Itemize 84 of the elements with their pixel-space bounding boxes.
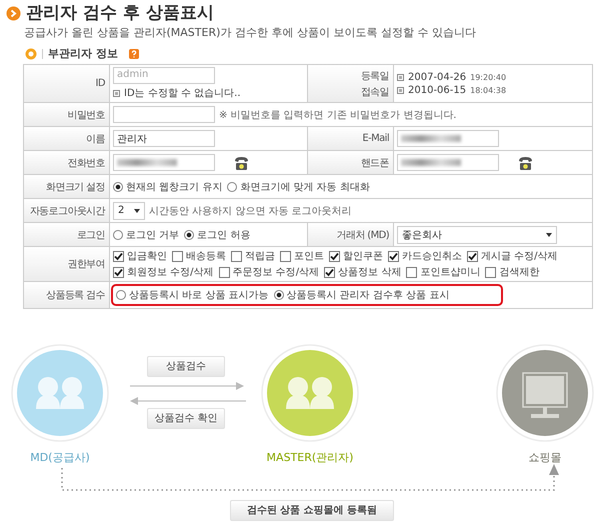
checkbox[interactable] — [388, 250, 399, 262]
note-text: ID는 수정할 수 없습니다.. — [124, 87, 241, 100]
chevron-icon — [6, 6, 21, 20]
field-label: 화면크기 설정 — [46, 180, 105, 194]
node-label: 쇼핑몰 — [528, 450, 562, 465]
option-label: 상품등록시 관리자 검수후 상품 표시 — [286, 289, 450, 302]
input-field[interactable] — [397, 154, 499, 171]
checkbox[interactable] — [113, 266, 124, 278]
field-label: 로그인 — [76, 228, 105, 242]
checkbox[interactable] — [406, 266, 418, 278]
option-label: 화면크기에 맞게 자동 최대화 — [240, 180, 370, 194]
field-label: E-Mail — [362, 133, 389, 144]
help-icon — [128, 48, 139, 58]
option-label: 입금확인 — [127, 250, 167, 263]
option-label: 포인트 — [294, 250, 324, 263]
option-label: 검색제한 — [499, 266, 540, 279]
checkbox[interactable] — [324, 266, 336, 278]
flow-label: 상품검수 확인 — [147, 408, 225, 429]
checkbox[interactable] — [218, 266, 230, 278]
option-label: 회원정보 수정/삭제 — [127, 266, 214, 279]
checkbox[interactable] — [329, 250, 340, 262]
checkbox[interactable] — [113, 250, 124, 262]
help-text: 시간동안 사용하지 않으면 자동 로그아웃처리 — [149, 204, 352, 218]
checkbox[interactable] — [172, 250, 183, 262]
date-text: 2007-04-26 — [408, 72, 466, 82]
dropdown[interactable]: 좋은회사 — [397, 226, 557, 244]
option-label: 로그인 허용 — [197, 228, 250, 242]
radio-button[interactable] — [274, 290, 284, 300]
field-label: ID — [96, 78, 105, 89]
option-label: 상품정보 삭제 — [338, 266, 402, 279]
checkbox[interactable] — [467, 250, 478, 262]
page-title: 관리자 검수 후 상품표시 — [26, 2, 214, 24]
input-field[interactable] — [113, 106, 215, 123]
date-text: 2010-06-15 — [408, 84, 466, 96]
checkbox[interactable] — [231, 250, 242, 262]
field-label: 핸드폰 — [360, 156, 389, 170]
option-label: 주문정보 수정/삭제 — [232, 266, 320, 279]
option-label: 할인쿠폰 — [343, 250, 383, 263]
flow-label: 상품검수 — [147, 356, 225, 377]
checkbox[interactable] — [280, 250, 291, 262]
option-label: 로그인 거부 — [126, 228, 180, 242]
bullet-icon — [397, 74, 404, 80]
bullet-icon — [397, 86, 404, 94]
field-label: 등록일 — [360, 70, 389, 82]
page-description: 공급사가 올린 상품을 관리자(MASTER)가 검수한 후에 상품이 보이도록 설정할 수 있습니다 — [23, 25, 477, 40]
blurred-value — [401, 159, 461, 166]
dropdown[interactable]: 2 — [113, 202, 145, 220]
radio-button[interactable] — [227, 182, 238, 192]
input-field[interactable] — [397, 130, 499, 147]
time-text: 18:04:38 — [470, 86, 506, 94]
option-label: 적립금 — [245, 250, 275, 263]
bullet-icon — [25, 48, 37, 60]
option-label: 배송등록 — [186, 250, 226, 263]
input-field[interactable]: 관리자 — [113, 130, 215, 147]
telephone-icon — [517, 154, 534, 170]
option-label: 카드승인취소 — [402, 250, 462, 263]
input-field[interactable] — [113, 154, 215, 171]
node-label: MD(공급사) — [29, 450, 91, 465]
radio-button[interactable] — [113, 230, 123, 240]
option-label: 게시글 수정/삭제 — [481, 250, 558, 263]
blurred-value — [401, 135, 461, 142]
section-title: 부관리자 정보 — [48, 46, 118, 61]
field-label: 이름 — [86, 132, 105, 146]
checkbox[interactable] — [485, 266, 496, 278]
option-label: 현재의 웹창크기 유지 — [126, 180, 222, 194]
radio-button[interactable] — [113, 182, 123, 192]
field-label: 전화번호 — [67, 156, 105, 170]
node-label: MASTER(관리자) — [266, 450, 354, 465]
field-label: 상품등록 검수 — [46, 289, 105, 302]
time-text: 19:20:40 — [470, 72, 506, 82]
field-label: 비밀번호 — [67, 108, 105, 122]
radio-button[interactable] — [116, 290, 126, 300]
blurred-value — [117, 159, 177, 166]
field-label: 거래처 (MD) — [336, 228, 389, 242]
option-label: 포인트샵미니 — [420, 266, 480, 279]
radio-button[interactable] — [184, 230, 194, 240]
field-label: 자동로그아웃시간 — [30, 204, 105, 218]
result-label: 검수된 상품 쇼핑몰에 등록됨 — [230, 500, 394, 521]
field-label: 접속일 — [360, 86, 389, 98]
help-text: ※ 비밀번호를 입력하면 기존 비밀번호가 변경됩니다. — [219, 108, 456, 122]
field-label: 권한부여 — [67, 258, 105, 271]
telephone-icon — [233, 154, 250, 170]
bullet-icon — [113, 90, 120, 96]
option-label: 상품등록시 바로 상품 표시가능 — [129, 289, 269, 302]
